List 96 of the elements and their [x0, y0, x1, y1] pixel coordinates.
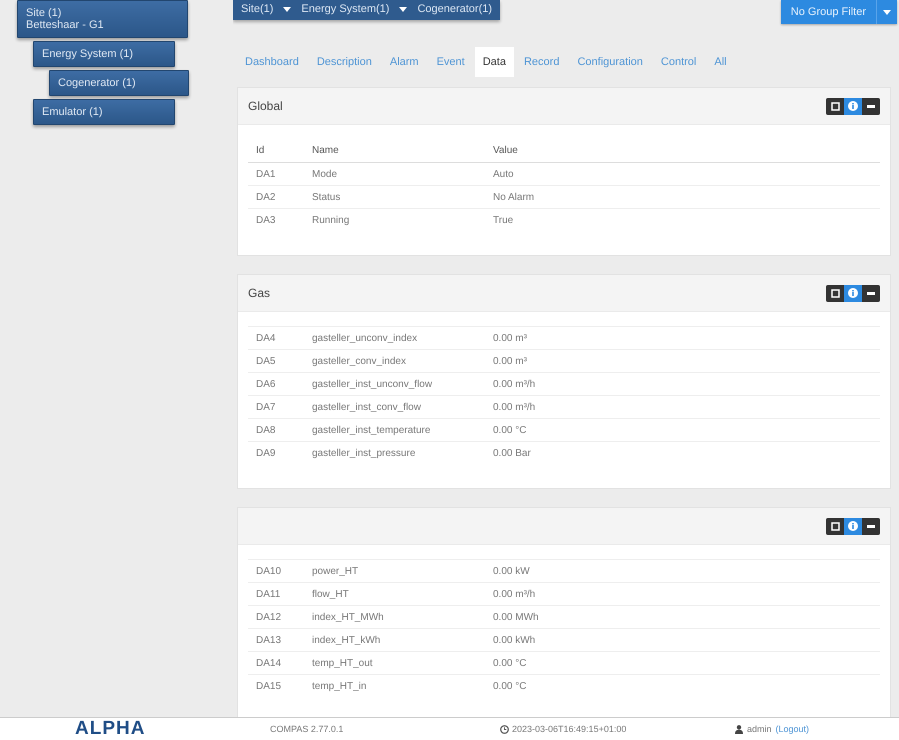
table-cell: DA12: [248, 606, 304, 628]
table-cell: DA3: [248, 208, 304, 231]
table-cell: gasteller_inst_conv_flow: [304, 396, 485, 418]
table-cell: DA7: [248, 396, 304, 418]
table-cell: Mode: [304, 162, 485, 186]
username: admin: [747, 724, 772, 734]
table-cell: index_HT_kWh: [304, 628, 485, 652]
timestamp: 2023-03-06T16:49:15+01:00: [512, 724, 626, 734]
breadcrumb-link[interactable]: Energy System(1): [301, 3, 390, 15]
dropdown-toggle-button[interactable]: [876, 0, 897, 24]
collapse-button[interactable]: [862, 284, 880, 302]
table-cell: DA2: [248, 186, 304, 208]
info-icon: [848, 288, 858, 298]
tab[interactable]: Alarm: [382, 47, 427, 77]
tree-item[interactable]: Cogenerator (1): [49, 70, 189, 96]
tab[interactable]: Data: [474, 47, 514, 77]
table-cell: 0.00 m³: [485, 326, 880, 350]
export-button[interactable]: [826, 284, 844, 302]
table-cell: DA15: [248, 674, 304, 697]
panel-title: Gas: [248, 286, 270, 300]
table-cell: 0.00 m³: [485, 350, 880, 372]
caret-icon: [883, 10, 891, 14]
table-cell: DA6: [248, 372, 304, 396]
table-cell: DA9: [248, 442, 304, 464]
export-button[interactable]: [826, 98, 844, 114]
logo: ALPHA: [74, 718, 146, 740]
table-cell: DA4: [248, 326, 304, 350]
table-cell: True: [485, 208, 880, 231]
collapse-button[interactable]: [862, 518, 880, 534]
tab[interactable]: Description: [308, 47, 380, 77]
user-icon: [735, 724, 743, 734]
tab[interactable]: Record: [516, 47, 568, 77]
table-cell: DA11: [248, 582, 304, 606]
info-button[interactable]: [844, 518, 862, 534]
table-cell: No Alarm: [485, 186, 880, 208]
table-cell: gasteller_inst_unconv_flow: [304, 372, 485, 396]
column-header: Value: [485, 139, 880, 162]
table-cell: DA13: [248, 628, 304, 652]
table-cell: gasteller_conv_index: [304, 350, 485, 372]
breadcrumb-link[interactable]: Cogenerator(1): [417, 3, 492, 15]
logout-link[interactable]: (Logout): [776, 724, 810, 734]
square-icon: [830, 102, 840, 110]
table-cell: Running: [304, 208, 485, 231]
table-cell: 0.00 m³/h: [485, 372, 880, 396]
clock-icon: [500, 724, 509, 734]
info-icon: [848, 101, 858, 111]
info-button[interactable]: [844, 284, 862, 302]
column-header: Name: [304, 139, 485, 162]
table-cell: DA10: [248, 560, 304, 582]
minus-icon: [867, 104, 875, 108]
table-cell: 0.00 MWh: [485, 606, 880, 628]
version-text: COMPAS 2.77.0.1: [270, 724, 344, 734]
table-cell: power_HT: [304, 560, 485, 582]
table-cell: 0.00 m³/h: [485, 582, 880, 606]
tree-item[interactable]: Emulator (1): [33, 99, 175, 125]
group-filter-button[interactable]: No Group Filter: [780, 0, 876, 24]
tree-item[interactable]: Energy System (1): [33, 41, 175, 67]
minus-icon: [867, 524, 875, 528]
tab[interactable]: Configuration: [569, 47, 651, 77]
table-cell: flow_HT: [304, 582, 485, 606]
info-button[interactable]: [844, 98, 862, 114]
collapse-button[interactable]: [862, 98, 880, 114]
table-cell: DA8: [248, 418, 304, 442]
table-cell: 0.00 °C: [485, 418, 880, 442]
square-icon: [830, 288, 840, 298]
table-cell: 0.00 °C: [485, 674, 880, 697]
export-button[interactable]: [826, 518, 844, 534]
tab[interactable]: All: [706, 47, 735, 77]
table-cell: DA5: [248, 350, 304, 372]
column-header: Id: [248, 139, 304, 162]
info-icon: [848, 521, 858, 531]
tab[interactable]: Dashboard: [237, 47, 307, 77]
tab[interactable]: Event: [428, 47, 473, 77]
tab[interactable]: Control: [652, 47, 704, 77]
table-cell: DA1: [248, 162, 304, 186]
table-cell: 0.00 kW: [485, 560, 880, 582]
minus-icon: [867, 292, 875, 294]
caret-icon: [399, 6, 408, 12]
breadcrumb-link[interactable]: Site(1): [241, 3, 274, 15]
table-cell: 0.00 m³/h: [485, 396, 880, 418]
table-cell: Auto: [485, 162, 880, 186]
panel-title: Global: [248, 99, 283, 113]
caret-icon: [283, 6, 292, 12]
table-cell: temp_HT_in: [304, 674, 485, 697]
table-cell: gasteller_inst_temperature: [304, 418, 485, 442]
table-cell: 0.00 °C: [485, 652, 880, 674]
table-cell: temp_HT_out: [304, 652, 485, 674]
table-cell: index_HT_MWh: [304, 606, 485, 628]
table-cell: gasteller_unconv_index: [304, 326, 485, 350]
table-cell: DA14: [248, 652, 304, 674]
square-icon: [830, 522, 840, 530]
table-cell: gasteller_inst_pressure: [304, 442, 485, 464]
tree-item[interactable]: Site (1) Betteshaar - G1: [17, 0, 188, 38]
table-cell: Status: [304, 186, 485, 208]
table-cell: 0.00 Bar: [485, 442, 880, 464]
table-cell: 0.00 kWh: [485, 628, 880, 652]
